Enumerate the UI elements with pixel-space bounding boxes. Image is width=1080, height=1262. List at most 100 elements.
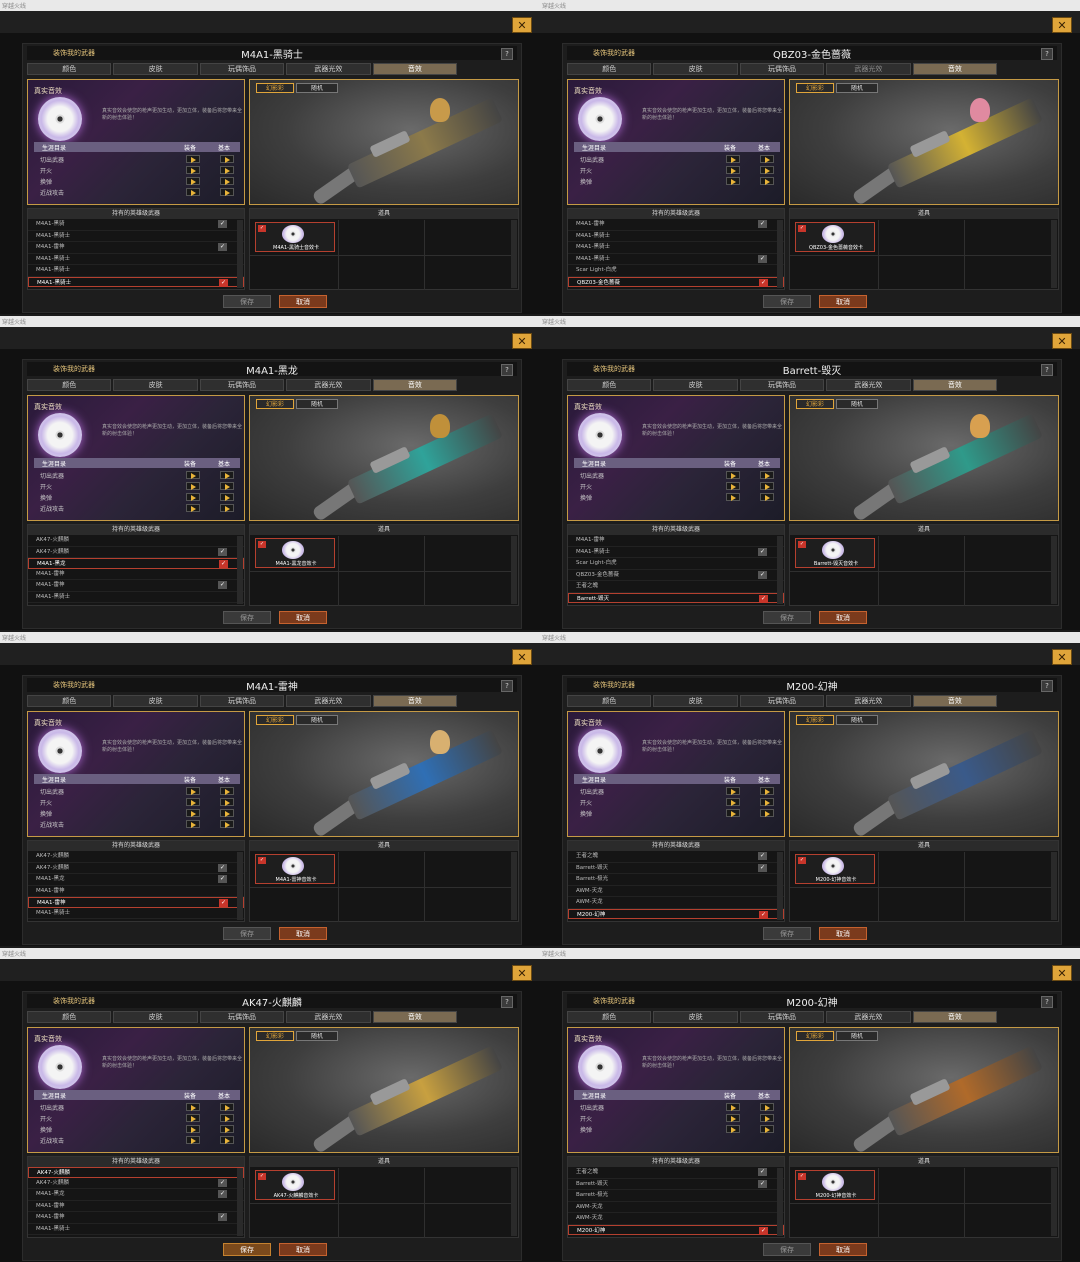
cancel-button[interactable]: 取消	[819, 611, 867, 624]
scrollbar[interactable]	[511, 220, 517, 288]
list-item[interactable]: M4A1-黑骑士	[28, 254, 244, 265]
save-button[interactable]: 保存	[763, 295, 811, 308]
play-equipped-button[interactable]	[186, 504, 200, 512]
play-basic-button[interactable]	[220, 787, 234, 795]
cancel-button[interactable]: 取消	[279, 611, 327, 624]
sound-card-item[interactable]: ✓ M4A1-黑骑士音效卡	[255, 222, 335, 252]
list-item[interactable]: 王者之魄 ✓	[568, 851, 784, 863]
list-item[interactable]: M200-幻神 ✓	[568, 908, 784, 919]
play-equipped-button[interactable]	[186, 188, 200, 196]
list-item[interactable]: M4A1-黑骑士	[28, 231, 244, 242]
preview-tab-skin[interactable]: 幻影彩	[256, 715, 294, 725]
preview-tab-random[interactable]: 随机	[836, 715, 878, 725]
tab-2[interactable]: 玩偶饰品	[199, 379, 285, 391]
close-button[interactable]: ✕	[1052, 965, 1072, 981]
list-item[interactable]: AWM-天龙	[568, 1202, 784, 1213]
tab-3[interactable]: 武器光效	[826, 63, 911, 75]
list-item[interactable]: AWM-天龙	[568, 897, 784, 909]
preview-tab-skin[interactable]: 幻影彩	[256, 399, 294, 409]
tab-3[interactable]: 武器光效	[286, 379, 371, 391]
list-item[interactable]: M4A1-黑骑士	[28, 908, 244, 919]
list-item[interactable]: Scar Light-白虎	[568, 265, 784, 277]
check-icon[interactable]: ✓	[219, 899, 228, 907]
play-equipped-button[interactable]	[726, 471, 740, 479]
close-button[interactable]: ✕	[1052, 333, 1072, 349]
preview-tab-skin[interactable]: 幻影彩	[796, 399, 834, 409]
tab-0[interactable]: 颜色	[567, 1011, 652, 1023]
play-basic-button[interactable]	[760, 177, 774, 185]
save-button[interactable]: 保存	[763, 927, 811, 940]
tab-3[interactable]: 武器光效	[826, 379, 911, 391]
list-item[interactable]: AK47-火麒麟	[28, 1167, 244, 1178]
play-basic-button[interactable]	[220, 1114, 234, 1122]
sound-card-item[interactable]: ✓ M4A1-黑龙音效卡	[255, 538, 335, 568]
play-equipped-button[interactable]	[186, 177, 200, 185]
scrollbar[interactable]	[777, 220, 783, 288]
play-equipped-button[interactable]	[186, 809, 200, 817]
list-item[interactable]: M4A1-雷神 ✓	[28, 580, 244, 592]
list-item[interactable]: AK47-火麒麟 ✓	[28, 1178, 244, 1189]
play-basic-button[interactable]	[220, 809, 234, 817]
list-item[interactable]: M4A1-雷神 ✓	[28, 897, 244, 908]
tab-1[interactable]: 皮肤	[113, 63, 198, 75]
check-icon[interactable]: ✓	[758, 220, 767, 228]
play-basic-button[interactable]	[220, 1125, 234, 1133]
check-icon[interactable]: ✓	[758, 1168, 767, 1176]
list-item[interactable]: M4A1-黑骑士 ✓	[568, 547, 784, 558]
play-equipped-button[interactable]	[186, 482, 200, 490]
list-item[interactable]: AK47-火麒麟	[28, 851, 244, 863]
list-item[interactable]: AWM-天龙	[568, 886, 784, 897]
check-icon[interactable]: ✓	[758, 570, 767, 579]
play-equipped-button[interactable]	[726, 155, 740, 163]
list-item[interactable]: M4A1-雷神 ✓	[28, 1212, 244, 1224]
save-button[interactable]: 保存	[223, 611, 271, 624]
sound-card-item[interactable]: ✓ AK47-火麒麟音效卡	[255, 1170, 335, 1200]
play-basic-button[interactable]	[760, 809, 774, 817]
list-item[interactable]: M4A1-雷神	[28, 886, 244, 897]
play-equipped-button[interactable]	[186, 493, 200, 501]
play-basic-button[interactable]	[220, 820, 234, 828]
check-icon[interactable]: ✓	[219, 560, 228, 568]
scrollbar[interactable]	[511, 852, 517, 920]
sound-card-item[interactable]: ✓ M200-幻神音效卡	[795, 1170, 875, 1200]
preview-tab-skin[interactable]: 幻影彩	[256, 1031, 294, 1041]
tab-3[interactable]: 武器光效	[826, 1011, 911, 1023]
save-button[interactable]: 保存	[763, 1243, 811, 1256]
play-equipped-button[interactable]	[726, 809, 740, 817]
play-equipped-button[interactable]	[726, 177, 740, 185]
scrollbar[interactable]	[237, 1168, 243, 1236]
tab-4[interactable]: 音效	[372, 695, 458, 707]
list-item[interactable]: M4A1-雷神 ✓	[28, 242, 244, 254]
check-icon[interactable]: ✓	[218, 875, 227, 883]
play-equipped-button[interactable]	[726, 1103, 740, 1111]
help-button[interactable]: ?	[501, 996, 513, 1008]
play-basic-button[interactable]	[220, 155, 234, 163]
check-icon[interactable]: ✓	[758, 1179, 767, 1188]
play-equipped-button[interactable]	[186, 155, 200, 163]
scrollbar[interactable]	[1051, 220, 1057, 288]
tab-4[interactable]: 音效	[372, 63, 458, 75]
scrollbar[interactable]	[237, 536, 243, 604]
cancel-button[interactable]: 取消	[819, 295, 867, 308]
scrollbar[interactable]	[1051, 1168, 1057, 1236]
tab-1[interactable]: 皮肤	[653, 379, 738, 391]
list-item[interactable]: M4A1-黑骑 ✓	[28, 219, 244, 231]
save-button[interactable]: 保存	[223, 1243, 271, 1256]
tab-0[interactable]: 颜色	[567, 379, 652, 391]
play-basic-button[interactable]	[220, 493, 234, 501]
list-item[interactable]: Barrett-毁灭 ✓	[568, 1179, 784, 1190]
check-icon[interactable]: ✓	[218, 1213, 227, 1221]
tab-1[interactable]: 皮肤	[113, 695, 198, 707]
check-icon[interactable]: ✓	[759, 910, 768, 919]
check-icon[interactable]: ✓	[758, 852, 767, 860]
list-item[interactable]: M4A1-黑骑士	[568, 231, 784, 242]
play-basic-button[interactable]	[220, 1103, 234, 1111]
close-button[interactable]: ✕	[512, 649, 532, 665]
play-equipped-button[interactable]	[186, 1125, 200, 1133]
tab-4[interactable]: 音效	[372, 379, 458, 391]
play-basic-button[interactable]	[220, 1136, 234, 1144]
list-item[interactable]: M4A1-黑骑士 ✓	[28, 276, 244, 287]
preview-tab-random[interactable]: 随机	[296, 83, 338, 93]
scrollbar[interactable]	[777, 852, 783, 920]
check-icon[interactable]: ✓	[759, 594, 768, 603]
